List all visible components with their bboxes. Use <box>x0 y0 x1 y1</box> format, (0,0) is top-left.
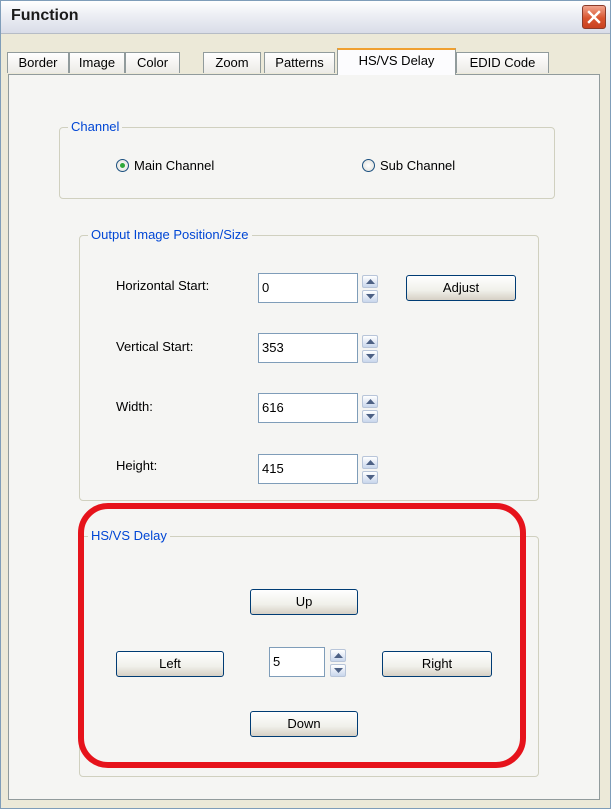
down-button[interactable]: Down <box>250 711 358 737</box>
close-button[interactable] <box>582 5 606 29</box>
tab-patterns[interactable]: Patterns <box>264 52 335 73</box>
spin-up-icon[interactable] <box>362 395 378 408</box>
height-input[interactable]: 415 <box>258 454 358 484</box>
spin-down-icon[interactable] <box>330 664 346 677</box>
vertical-start-spinner[interactable] <box>362 335 378 363</box>
delay-step-spinner[interactable] <box>330 649 346 677</box>
horizontal-start-input[interactable]: 0 <box>258 273 358 303</box>
window-title: Function <box>11 7 79 24</box>
radio-unchecked-icon <box>362 159 375 172</box>
sub-channel-radio[interactable]: Sub Channel <box>362 158 455 173</box>
spin-up-icon[interactable] <box>330 649 346 662</box>
close-icon <box>587 10 601 24</box>
width-input[interactable]: 616 <box>258 393 358 423</box>
tab-image[interactable]: Image <box>69 52 125 73</box>
main-channel-label: Main Channel <box>134 158 215 173</box>
tab-edid-code[interactable]: EDID Code <box>456 52 549 73</box>
vertical-start-input[interactable]: 353 <box>258 333 358 363</box>
horizontal-start-spinner[interactable] <box>362 275 378 303</box>
tab-label: Border <box>18 55 58 70</box>
hsvs-delay-legend: HS/VS Delay <box>88 528 170 543</box>
spin-down-icon[interactable] <box>362 471 378 484</box>
channel-legend: Channel <box>68 119 123 134</box>
tab-color[interactable]: Color <box>125 52 180 73</box>
spin-up-icon[interactable] <box>362 456 378 469</box>
tab-label: HS/VS Delay <box>358 53 435 68</box>
channel-group: Channel Main Channel Sub Channel <box>59 119 555 199</box>
spin-down-icon[interactable] <box>362 350 378 363</box>
tab-border[interactable]: Border <box>7 52 69 73</box>
delay-step-input[interactable]: 5 <box>269 647 325 677</box>
tab-label: EDID Code <box>469 55 536 70</box>
left-button[interactable]: Left <box>116 651 224 677</box>
sub-channel-label: Sub Channel <box>380 158 456 173</box>
adjust-button[interactable]: Adjust <box>406 275 516 301</box>
tab-label: Zoom <box>215 55 249 70</box>
title-bar[interactable]: Function <box>1 1 610 34</box>
main-channel-radio[interactable]: Main Channel <box>116 158 214 173</box>
tab-panel: Channel Main Channel Sub Channel Output … <box>8 74 600 800</box>
height-spinner[interactable] <box>362 456 378 484</box>
tab-label: Image <box>78 55 116 70</box>
output-legend: Output Image Position/Size <box>88 227 252 242</box>
up-button[interactable]: Up <box>250 589 358 615</box>
tab-label: Color <box>136 55 169 70</box>
vertical-start-label: Vertical Start: <box>116 339 194 354</box>
output-position-group: Output Image Position/Size Horizontal St… <box>79 227 539 501</box>
spin-down-icon[interactable] <box>362 410 378 423</box>
tab-hsvs-delay[interactable]: HS/VS Delay <box>337 48 456 75</box>
spin-down-icon[interactable] <box>362 290 378 303</box>
hsvs-delay-group: HS/VS Delay Up Left 5 Right Down <box>79 528 539 777</box>
right-button[interactable]: Right <box>382 651 492 677</box>
spin-up-icon[interactable] <box>362 335 378 348</box>
width-spinner[interactable] <box>362 395 378 423</box>
radio-checked-icon <box>116 159 129 172</box>
width-label: Width: <box>116 399 153 414</box>
tab-zoom[interactable]: Zoom <box>203 52 261 73</box>
height-label: Height: <box>116 458 158 473</box>
tab-label: Patterns <box>275 55 324 70</box>
horizontal-start-label: Horizontal Start: <box>116 278 210 293</box>
spin-up-icon[interactable] <box>362 275 378 288</box>
